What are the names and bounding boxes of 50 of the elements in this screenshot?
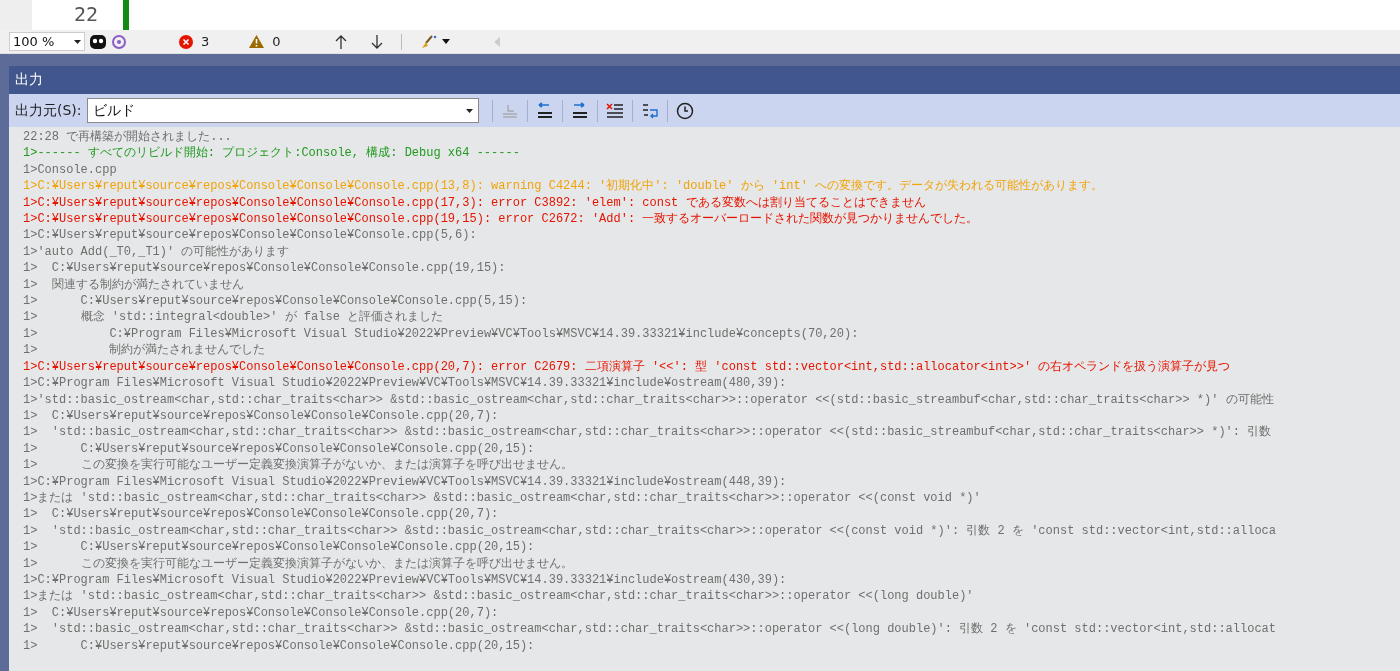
caret-icon[interactable] [441,39,450,44]
source-label: 出力元(S): [15,101,82,120]
output-line: 1>C:¥Users¥reput¥source¥repos¥Console¥Console¥Console.cpp(5,6): [23,227,478,244]
change-marker [123,0,129,30]
up-arrow-icon[interactable] [334,34,347,49]
line-number: 22 [72,1,98,28]
output-line: 1>'auto Add(_T0,_T1)' の可能性があります [23,243,291,261]
output-line: 1>または 'std::basic_ostream<char,std::char_traits<char>> &std::basic_ostream<char,std::char_traits<char>>::operator <<(long double)' [23,588,975,605]
output-line: 1> C:¥Users¥reput¥source¥repos¥Console¥Console¥Console.cpp(20,15): [23,440,536,458]
output-line: 1>'std::basic_ostream<char,std::char_traits<char>> &std::basic_ostream<char,std::char_traits<char>>::operator <<(std::basic_streambuf<char,std::char_traits<char>> *)' の可能性 [23,391,1275,408]
output-line: 1> 'std::basic_ostream<char,std::char_traits<char>> &std::basic_ostream<char,std::char_traits<char>>::operator <<(const void *)': 引数 2 を 'const std::vector<int,std::alloca [23,522,1277,540]
output-line: 1> 制約が満たされませんでした [23,342,267,359]
output-line: 1> C:¥Users¥reput¥source¥repos¥Console¥Console¥Console.cpp(20,15): [23,637,536,654]
output-line: 1> C:¥Users¥reput¥source¥repos¥Console¥Console¥Console.cpp(20,7): [23,407,500,425]
output-line: 1> C:¥Users¥reput¥source¥repos¥Console¥Console¥Console.cpp(20,15): [23,539,536,556]
output-line: 1>C:¥Users¥reput¥source¥repos¥Console¥Console¥Console.cpp(13,8): warning C4244: '初期化中': 'double' から 'int' への変換です。データが失われる可能性があります。 [23,178,1105,195]
output-line: 1>C:¥Program Files¥Microsoft Visual Studio¥2022¥Preview¥VC¥Tools¥MSVC¥14.39.33321¥include¥ostream(430,39): [23,571,788,589]
clear-all-icon[interactable] [604,101,625,120]
output-line: 1> C:¥Users¥reput¥source¥repos¥Console¥Console¥Console.cpp(5,15): [23,293,529,310]
clock-icon[interactable] [674,101,695,120]
down-arrow-icon[interactable] [370,34,383,49]
output-line: 1>C:¥Users¥reput¥source¥repos¥Console¥Console¥Console.cpp(19,15): error C2672: 'Add': 一致するオーバーロードされた関数が見つかりませんでした。 [23,211,980,228]
output-line: 1> 'std::basic_ostream<char,std::char_traits<char>> &std::basic_ostream<char,std::char_traits<char>>::operator <<(std::basic_streambuf<char,std::char_traits<char>> *)': 引数 [23,424,1273,441]
source-dropdown[interactable]: ビルド [86,98,479,123]
output-line: 1> C:¥Users¥reput¥source¥repos¥Console¥Console¥Console.cpp(19,15): [23,260,507,277]
caret-icon [74,39,81,44]
output-line: 22:28 で再構築が開始されました... [23,129,233,146]
output-line: 1> C:¥Program Files¥Microsoft Visual Studio¥2022¥Preview¥VC¥Tools¥MSVC¥14.39.33321¥include¥concepts(70,20): [23,325,860,343]
error-icon[interactable] [179,34,193,49]
output-line: 1> 概念 'std::integral<double>' が false と評価されました [23,309,445,326]
output-line: 1> C:¥Users¥reput¥source¥repos¥Console¥Console¥Console.cpp(20,7): [23,506,500,523]
output-line: 1>C:¥Program Files¥Microsoft Visual Studio¥2022¥Preview¥VC¥Tools¥MSVC¥14.39.33321¥include¥ostream(480,39): [23,375,788,392]
warning-count: 0 [272,34,281,49]
output-line: 1> 'std::basic_ostream<char,std::char_traits<char>> &std::basic_ostream<char,std::char_traits<char>>::operator <<(long double)': 引数 2 を 'const std::vector<int,std::allocat [23,621,1277,638]
output-line: 1>C:¥Users¥reput¥source¥repos¥Console¥Console¥Console.cpp(20,7): error C2679: 二項演算子 '<<': 型 'const std::vector<int,std::allocator<int>>' の右オペランドを扱う演算子が見つ [23,358,1232,376]
output-line: 1> 関連する制約が満たされていません [23,276,245,294]
panel-title: 出力 [15,71,43,89]
output-line: 1> この変換を実行可能なユーザー定義変換演算子がないか、または演算子を呼び出せません。 [23,457,574,474]
output-line: 1>C:¥Program Files¥Microsoft Visual Studio¥2022¥Preview¥VC¥Tools¥MSVC¥14.39.33321¥include¥ostream(448,39): [23,473,788,490]
caret-icon [465,108,473,113]
output-line: 1> この変換を実行可能なユーザー定義変換演算子がないか、または演算子を呼び出せません。 [23,555,574,572]
output-line: 1>または 'std::basic_ostream<char,std::char_traits<char>> &std::basic_ostream<char,std::char_traits<char>>::operator <<(const void *)' [23,489,982,507]
output-line: 1> C:¥Users¥reput¥source¥repos¥Console¥Console¥Console.cpp(20,7): [23,604,500,622]
warning-icon[interactable] [249,35,265,48]
output-line: 1>------ すべてのリビルド開始: プロジェクト:Console, 構成: Debug x64 ------ [23,145,521,162]
output-line: 1>C:¥Users¥reput¥source¥repos¥Console¥Console¥Console.cpp(17,3): error C3892: 'elem': const である変数へは割り当てることはできません [23,194,927,212]
zoom-dropdown[interactable]: 100 % [9,32,85,51]
output-line: 1>Console.cpp [23,161,118,179]
broom-icon[interactable] [419,33,438,50]
error-count: 3 [201,34,210,49]
